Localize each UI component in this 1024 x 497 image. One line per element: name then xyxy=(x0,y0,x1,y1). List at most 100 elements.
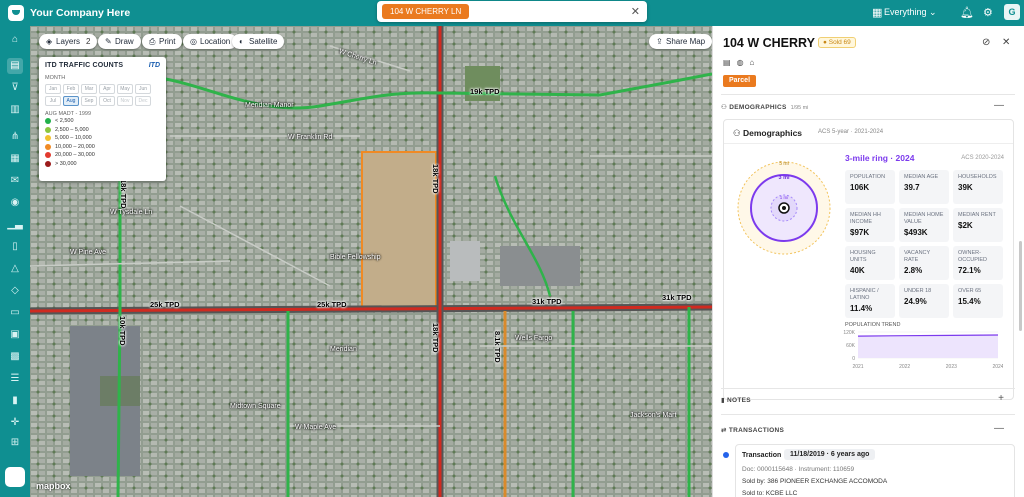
stat-value: $2K xyxy=(958,221,973,230)
timeline-dot xyxy=(723,452,729,458)
sold-badge-label: Sold 69 xyxy=(828,39,851,46)
mountain-icon[interactable]: △ xyxy=(7,261,23,277)
company-logo-icon[interactable] xyxy=(8,5,24,21)
transaction-card[interactable]: Transaction 11/18/2019 · 6 years ago Doc… xyxy=(735,444,1015,497)
stat-tile: Median Home Value $493K xyxy=(899,208,949,242)
document-icon[interactable]: ▯ xyxy=(7,239,23,255)
close-icon[interactable]: ✕ xyxy=(1002,37,1010,48)
hide-icon[interactable]: ⊘ xyxy=(982,37,990,48)
property-actions: ▤ ◍ ⌂ xyxy=(723,58,760,67)
collapse-icon[interactable]: — xyxy=(994,423,1004,434)
legend-swatch xyxy=(45,143,51,150)
phone-icon[interactable]: ▭ xyxy=(7,305,23,321)
month-button[interactable]: Mar xyxy=(81,84,97,94)
satellite-map[interactable]: ◈ Layers 2 ✎ Draw ⎙ Print ◎ Location ◐ Satelli… xyxy=(30,26,712,497)
trend-x-tick: 2022 xyxy=(899,364,910,370)
population-trend-chart: 120K 60K 0 2021 2022 2023 2024 xyxy=(843,330,1003,370)
close-icon[interactable]: ✕ xyxy=(631,5,640,18)
traffic-label[interactable]: 25k TPD xyxy=(317,300,347,309)
street-view-icon[interactable]: ◍ xyxy=(737,58,744,67)
traffic-label[interactable]: 10k TPD xyxy=(118,316,127,346)
settings-icon[interactable]: ⚙ xyxy=(983,6,993,19)
stat-label: Owner-Occupied xyxy=(958,250,988,263)
mail-icon[interactable]: ✉ xyxy=(7,173,23,189)
radius-rings[interactable]: 5 mi 3 mi 1 mi xyxy=(734,158,834,258)
active-tab-chip[interactable]: 104 W CHERRY LN xyxy=(382,4,470,19)
chart-icon[interactable]: ▁▃ xyxy=(7,217,23,233)
satellite-button[interactable]: ◐ Satellite xyxy=(232,34,285,49)
traffic-label[interactable]: 19k TPD xyxy=(470,87,500,96)
legend-swatch xyxy=(45,160,51,167)
store-icon[interactable]: ▣ xyxy=(7,327,23,343)
mapbox-attribution[interactable]: mapbox xyxy=(36,481,71,491)
demographics-count: 1/95 mi xyxy=(790,105,809,111)
scope-dropdown[interactable]: Everything ⌄ xyxy=(884,7,937,18)
map-icon[interactable]: ▤ xyxy=(7,58,23,74)
month-button[interactable]: Apr xyxy=(99,84,115,94)
map-icon[interactable]: ▤ xyxy=(723,58,731,67)
divider xyxy=(721,388,1015,389)
pin-icon[interactable]: ◉ xyxy=(7,195,23,211)
traffic-label[interactable]: 18k TPD xyxy=(431,164,440,194)
crosshair-icon[interactable]: ✛ xyxy=(7,415,23,431)
help-button[interactable] xyxy=(5,467,25,487)
left-sidebar: ⌂ ▤ ⊽ ▥ ⋔ ▦ ✉ ◉ ▁▃ ▯ △ ◇ ▭ ▣ ▩ ☰ ▮ ✛ ⊞ xyxy=(0,26,30,497)
month-button[interactable]: Jan xyxy=(45,84,61,94)
month-button[interactable]: May xyxy=(117,84,133,94)
bell-icon[interactable]: 🔔︎ xyxy=(960,6,974,19)
people-icon: ⚇ xyxy=(733,128,743,138)
filter-icon[interactable]: ⊽ xyxy=(7,80,23,96)
tag-icon[interactable]: ◇ xyxy=(7,283,23,299)
home-icon[interactable]: ⌂ xyxy=(750,58,755,67)
month-button[interactable]: Nov xyxy=(117,96,133,106)
user-avatar[interactable]: G xyxy=(1004,4,1020,20)
building-icon[interactable]: ▥ xyxy=(7,102,23,118)
print-button[interactable]: ⎙ Print xyxy=(142,34,183,49)
month-button[interactable]: Jul xyxy=(45,96,61,106)
traffic-label[interactable]: 31k TPD xyxy=(532,297,562,306)
month-button[interactable]: Aug xyxy=(63,96,79,106)
month-button[interactable]: Feb xyxy=(63,84,79,94)
home-icon[interactable]: ⌂ xyxy=(7,32,23,48)
traffic-label[interactable]: 18k TPD xyxy=(431,323,440,353)
legend-label: 2,500 – 5,000 xyxy=(55,126,89,133)
traffic-label[interactable]: 8.1k TPD xyxy=(493,331,502,363)
month-button[interactable]: Oct xyxy=(99,96,115,106)
active-search-tab[interactable]: 104 W CHERRY LN ✕ xyxy=(377,1,647,22)
legend-swatch xyxy=(45,126,51,133)
demographics-card: ⚇ Demographics ACS 5-year · 2021-2024 5 … xyxy=(723,119,1014,400)
stat-tile: Households 39K xyxy=(953,170,1003,204)
location-button[interactable]: ◎ Location xyxy=(183,34,238,49)
poi-label: Bible Fellowship xyxy=(330,254,381,261)
legend-label: < 2,500 xyxy=(55,118,74,125)
month-button[interactable]: Jun xyxy=(135,84,151,94)
stats-icon[interactable]: ▮ xyxy=(7,393,23,409)
stat-label: Housing Units xyxy=(850,250,876,263)
legend-label: > 30,000 xyxy=(55,160,77,167)
stat-tile: Median Age 39.7 xyxy=(899,170,949,204)
legend-item: 5,000 – 10,000 xyxy=(45,134,160,143)
month-button[interactable]: Dec xyxy=(135,96,151,106)
parcel-badge[interactable]: Parcel xyxy=(723,75,757,87)
traffic-label[interactable]: 25k TPD xyxy=(150,300,180,309)
stat-tile: Hispanic / Latino 11.4% xyxy=(845,284,895,318)
collapse-icon[interactable]: — xyxy=(994,100,1004,111)
traffic-label[interactable]: 31k TPD xyxy=(662,293,692,302)
apps-icon[interactable]: ⊞ xyxy=(7,435,23,451)
add-note-icon[interactable]: + xyxy=(998,393,1004,404)
layers-button[interactable]: ◈ Layers 2 xyxy=(39,34,98,49)
demographics-section-header[interactable]: ⚇ DEMOGRAPHICS 1/95 mi xyxy=(721,103,808,111)
stat-value: 39K xyxy=(958,183,973,192)
share-map-button[interactable]: ⇪ Share Map xyxy=(649,34,712,49)
draw-button[interactable]: ✎ Draw xyxy=(98,34,141,49)
table-icon[interactable]: ▦ xyxy=(7,151,23,167)
transactions-section-header[interactable]: ⇄ TRANSACTIONS xyxy=(721,426,784,434)
network-icon[interactable]: ⋔ xyxy=(7,129,23,145)
month-button[interactable]: Sep xyxy=(81,96,97,106)
list-icon[interactable]: ☰ xyxy=(7,371,23,387)
traffic-label[interactable]: 18k TPD xyxy=(119,179,128,209)
panel-scrollbar[interactable] xyxy=(1019,241,1022,331)
notes-section-header[interactable]: ▮ NOTES xyxy=(721,396,751,404)
stat-label: Hispanic / Latino xyxy=(850,288,879,301)
calendar-icon[interactable]: ▩ xyxy=(7,349,23,365)
